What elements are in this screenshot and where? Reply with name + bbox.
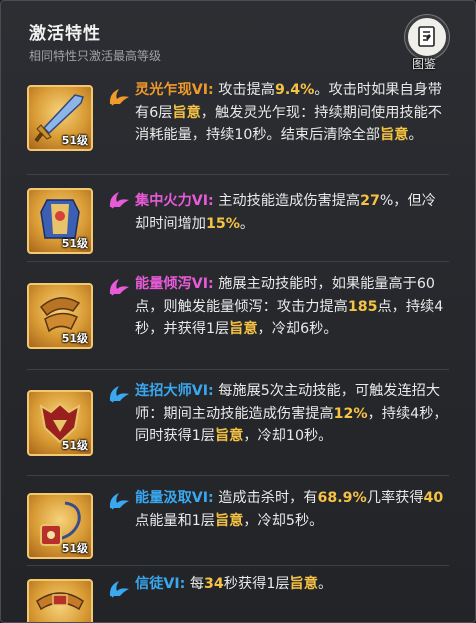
atlas-button[interactable]: 图鉴	[398, 15, 458, 73]
trait-badge-icon	[107, 382, 131, 404]
panel-title: 激活特性	[29, 24, 101, 44]
trait-divider	[27, 261, 449, 262]
trait-description: 集中火力VI: 主动技能造成伤害提高27%，但冷却时间增加15%。	[135, 190, 449, 235]
armor-icon[interactable]: 51级	[27, 188, 93, 254]
trait-text: 几率获得	[366, 490, 424, 506]
highlight-value: 27	[360, 193, 380, 209]
trait-text: 主动技能造成伤害提高	[213, 193, 361, 209]
trait-text: 。	[317, 576, 333, 592]
highlight-value: 旨意	[214, 428, 244, 444]
amulet-icon[interactable]: 51级	[27, 493, 93, 559]
trait-name: 灵光乍现VI:	[135, 82, 214, 98]
trait-text: ，冷却10秒。	[243, 428, 333, 444]
item-level: 51级	[61, 542, 88, 555]
trait-text: 秒获得1层	[223, 576, 290, 592]
trait-name: 能量汲取VI:	[135, 490, 214, 506]
trait-text: 。	[408, 127, 423, 143]
highlight-value: 15%	[205, 215, 240, 232]
highlight-value: 40	[423, 490, 444, 506]
trait-text: ，冷却5秒。	[243, 512, 324, 529]
trait-divider	[27, 369, 449, 370]
trait-divider	[27, 174, 449, 175]
highlight-value: 旨意	[380, 127, 409, 143]
trait-text: 攻击提高	[213, 82, 275, 98]
trait-description: 信徒VI: 每34秒获得1层旨意。	[135, 573, 449, 596]
highlight-value: 旨意	[214, 512, 244, 529]
trait-divider	[27, 475, 449, 476]
trait-description: 连招大师VI: 每施展5次主动技能，可触发连招大师：期间主动技能造成伤害提高12…	[135, 380, 449, 448]
item-level: 51级	[61, 237, 88, 250]
book-icon	[405, 15, 449, 59]
trait-badge-icon	[107, 489, 131, 511]
highlight-value: 9.4%	[274, 82, 315, 98]
highlight-value: 34	[204, 576, 224, 592]
highlight-value: 12%	[333, 405, 368, 422]
helmet-icon[interactable]: 51级	[27, 390, 93, 456]
highlight-value: 旨意	[289, 576, 318, 592]
pauldron-icon[interactable]: 51级	[27, 283, 93, 349]
trait-text: 点能量和1层	[135, 512, 215, 529]
trait-text: ，冷却6秒。	[257, 321, 338, 337]
trait-name: 集中火力VI:	[135, 193, 214, 209]
trait-name: 信徒VI:	[135, 576, 186, 592]
item-level: 51级	[61, 332, 88, 345]
trait-description: 灵光乍现VI: 攻击提高9.4%。攻击时如果自身带有6层旨意，触发灵光乍现：持续…	[135, 79, 449, 147]
trait-name: 能量倾泻VI:	[135, 276, 214, 292]
trait-badge-icon	[107, 577, 131, 599]
trait-badge-icon	[107, 188, 131, 210]
trait-badge-icon	[107, 85, 131, 107]
highlight-value: 旨意	[172, 104, 201, 121]
trait-text: 。	[239, 215, 255, 232]
trait-name: 连招大师VI:	[135, 383, 214, 399]
item-level: 51级	[61, 134, 88, 147]
belt-icon[interactable]	[27, 579, 93, 622]
panel-subtitle: 相同特性只激活最高等级	[29, 49, 162, 63]
highlight-value: 185	[347, 298, 378, 315]
trait-text: 每	[185, 576, 205, 592]
traits-panel: 激活特性 相同特性只激活最高等级 图鉴 51级 灵光乍现VI: 攻击提高9.4%…	[0, 0, 476, 623]
highlight-value: 旨意	[229, 321, 258, 337]
trait-description: 能量倾泻VI: 施展主动技能时，如果能量高于60点，则触发能量倾泻：攻击力提高1…	[135, 273, 449, 341]
trait-badge-icon	[107, 275, 131, 297]
sword-icon[interactable]: 51级	[27, 85, 93, 151]
highlight-value: 68.9%	[317, 490, 367, 506]
trait-description: 能量汲取VI: 造成击杀时，有68.9%几率获得40 点能量和1层旨意，冷却5秒。	[135, 487, 449, 532]
trait-text: 造成击杀时，有	[213, 490, 318, 506]
atlas-label: 图鉴	[411, 57, 436, 71]
trait-divider	[27, 565, 449, 566]
item-level: 51级	[61, 439, 88, 452]
